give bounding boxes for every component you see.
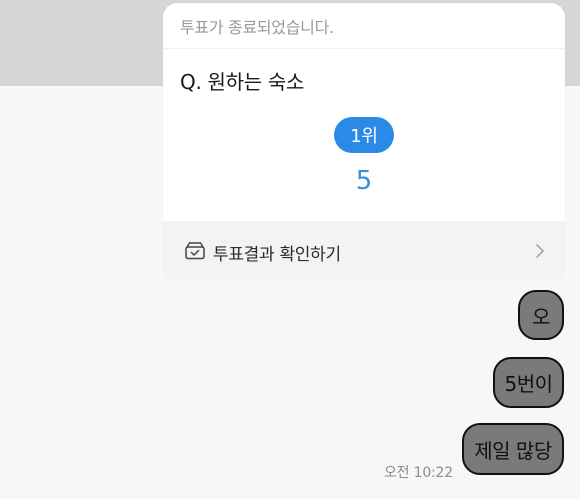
- result-button-label: 투표결과 확인하기: [213, 245, 341, 265]
- message-timestamp: 오전 10:22: [384, 465, 453, 481]
- message-bubble[interactable]: 제일 많당: [462, 423, 564, 475]
- view-poll-results-button[interactable]: 투표결과 확인하기: [163, 221, 565, 280]
- chevron-right-icon: [534, 243, 546, 259]
- poll-divider: [163, 48, 565, 49]
- message-bubble[interactable]: 오: [518, 290, 564, 340]
- rank-badge: 1위: [334, 117, 394, 153]
- poll-status-text: 투표가 종료되었습니다.: [180, 18, 334, 37]
- poll-question: Q. 원하는 숙소: [180, 70, 305, 94]
- ballot-box-check-icon: [184, 241, 206, 261]
- poll-card[interactable]: 투표가 종료되었습니다. Q. 원하는 숙소 1위 5 투표결과 확인하기: [163, 3, 565, 280]
- message-bubble[interactable]: 5번이: [493, 357, 564, 408]
- vote-count: 5: [355, 166, 373, 196]
